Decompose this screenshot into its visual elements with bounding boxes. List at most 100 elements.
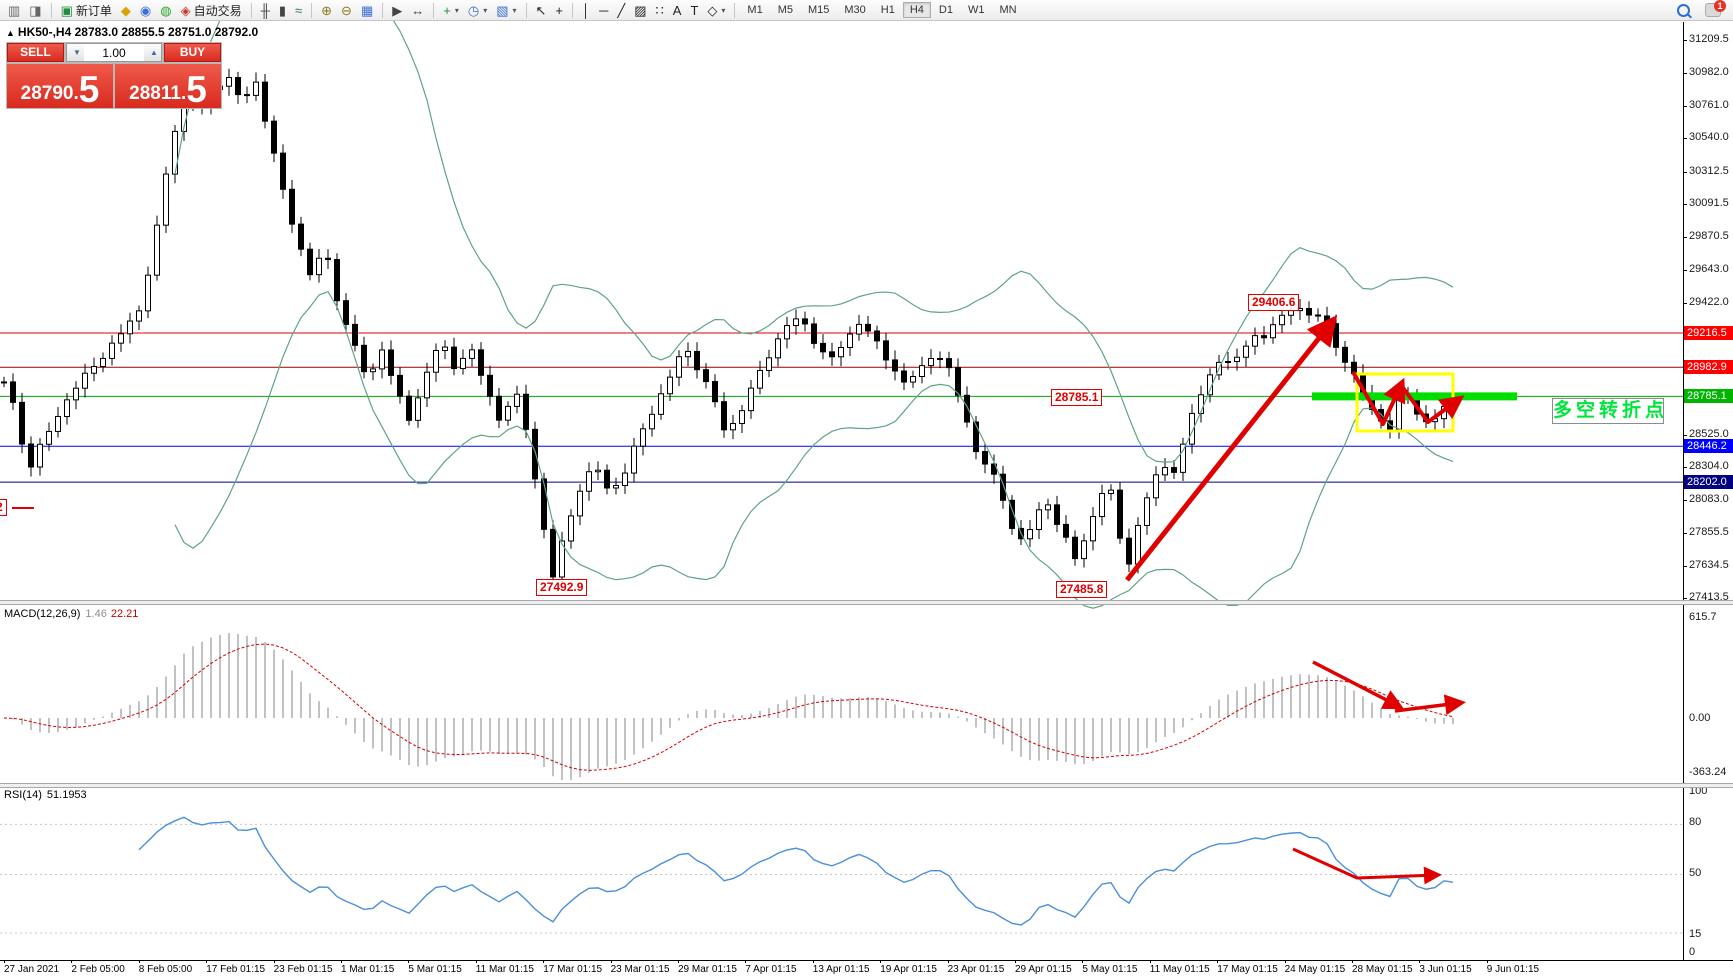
sell-button[interactable]: SELL: [7, 43, 64, 62]
toolbar-separator: [526, 3, 527, 18]
chart-profiles-icon[interactable]: ◨: [25, 2, 45, 19]
timeframe-m5-button[interactable]: M5: [771, 2, 800, 18]
chart-ohlc-title[interactable]: ▲HK50-,H4 28783.0 28855.5 28751.0 28792.…: [6, 25, 258, 39]
price-axis-tick: 28525.0: [1689, 428, 1729, 440]
timeframe-m30-button[interactable]: M30: [837, 2, 872, 18]
price-label-27485.8[interactable]: 27485.8: [1056, 581, 1107, 598]
zoom-out-icon[interactable]: ⊖: [337, 2, 356, 19]
macd-axis-label: 0.00: [1689, 712, 1710, 724]
indicators-dropdown-icon[interactable]: ▾: [455, 6, 459, 15]
timeframe-h4-button[interactable]: H4: [903, 2, 931, 18]
price-axis-tick: 28083.0: [1689, 493, 1729, 505]
time-axis-label: 17 Feb 01:15: [206, 964, 265, 975]
trendline-icon[interactable]: ╱: [613, 2, 629, 19]
fibonacci-icon[interactable]: ∷: [651, 2, 667, 19]
horizontal-line-icon: ─: [599, 4, 608, 17]
price-axis-tick: 28304.0: [1689, 460, 1729, 472]
market-icon[interactable]: ◉: [136, 2, 155, 19]
bar-chart-icon[interactable]: ╫: [257, 2, 274, 19]
time-axis-label: 7 Apr 01:15: [745, 964, 796, 975]
zoom-in-icon: ⊕: [321, 4, 332, 17]
timeframe-d1-button[interactable]: D1: [932, 2, 960, 18]
macd-splitter[interactable]: [0, 600, 1733, 605]
candlestick-chart-icon[interactable]: ▮: [275, 2, 290, 19]
rsi-splitter[interactable]: [0, 783, 1733, 788]
one-click-trading-panel: ▲HK50-,H4 28783.0 28855.5 28751.0 28792.…: [6, 25, 258, 109]
price-label-2[interactable]: 2: [0, 499, 7, 516]
arrows-dropdown-icon[interactable]: ▾: [721, 6, 725, 15]
timeframe-m1-button[interactable]: M1: [740, 2, 769, 18]
candlestick-chart-icon: ▮: [279, 4, 286, 17]
zoom-in-icon[interactable]: ⊕: [317, 2, 336, 19]
time-axis-label: 17 May 01:15: [1217, 964, 1278, 975]
time-axis-label: 29 Mar 01:15: [678, 964, 737, 975]
periods-dropdown-icon[interactable]: ▾: [483, 6, 487, 15]
line-chart-icon[interactable]: ≈: [291, 2, 306, 19]
expert-advisors-icon[interactable]: ◆: [117, 2, 135, 19]
market-icon: ◉: [140, 4, 151, 17]
timeframe-m15-button[interactable]: M15: [801, 2, 836, 18]
new-order-label: 新订单: [76, 2, 112, 19]
price-badge-28202.0: 28202.0: [1684, 475, 1733, 489]
sell-price-display[interactable]: 28790.5: [7, 64, 113, 108]
chart-canvas[interactable]: [0, 0, 1733, 979]
chart-shift-icon[interactable]: ↔: [407, 2, 428, 19]
notifications-icon[interactable]: 1: [1705, 3, 1721, 17]
templates-dropdown-icon[interactable]: ▾: [513, 6, 517, 15]
periods-icon[interactable]: ◷▾: [464, 2, 491, 19]
macd-axis-label: -363.24: [1689, 766, 1726, 778]
time-axis-label: 9 Jun 01:15: [1487, 964, 1539, 975]
collapse-panel-icon[interactable]: ▲: [6, 28, 15, 38]
price-axis-tick: 27634.5: [1689, 559, 1729, 571]
channels-icon[interactable]: ▨: [630, 2, 650, 19]
timeframe-w1-button[interactable]: W1: [961, 2, 992, 18]
volume-decrease-button[interactable]: ▼: [67, 44, 84, 61]
arrows-icon[interactable]: ◇▾: [703, 2, 729, 19]
signals-icon[interactable]: ◍: [156, 2, 175, 19]
rsi-layer: [0, 817, 1683, 933]
crosshair-icon[interactable]: +: [551, 2, 567, 19]
sell-price-main: 28790.: [21, 83, 79, 105]
time-axis-label: 17 Mar 01:15: [543, 964, 602, 975]
symbol-period-label: HK50-,H4: [18, 25, 71, 39]
new-order-button[interactable]: ▣新订单: [57, 0, 116, 21]
toolbar-separator: [382, 3, 383, 18]
time-axis[interactable]: 27 Jan 20212 Feb 05:008 Feb 05:0017 Feb …: [0, 960, 1733, 979]
macd-indicator-label: MACD(12,26,9)1.4622.21: [4, 608, 138, 620]
time-axis-label: 27 Jan 2021: [4, 964, 59, 975]
rsi-axis-label: 50: [1689, 867, 1701, 879]
vertical-line-icon[interactable]: │: [578, 2, 594, 19]
toolbar-separator: [311, 3, 312, 18]
bull-bear-pivot-annotation[interactable]: 多空转折点: [1552, 398, 1664, 424]
time-axis-label: 5 Mar 01:15: [408, 964, 461, 975]
text-label-icon[interactable]: T: [686, 2, 702, 19]
tile-windows-icon: ▦: [361, 4, 373, 17]
horizontal-line-icon[interactable]: ─: [595, 2, 612, 19]
search-icon[interactable]: [1677, 4, 1690, 17]
chart-shift-icon: ↔: [411, 4, 424, 17]
buy-price-display[interactable]: 28811.5: [115, 64, 221, 108]
new-chart-icon[interactable]: ▥: [4, 2, 24, 19]
volume-input[interactable]: [84, 44, 144, 61]
cursor-icon[interactable]: ↖: [532, 2, 551, 19]
auto-scroll-icon[interactable]: ▶: [388, 2, 406, 19]
price-label-leader: [12, 507, 34, 509]
time-axis-label: 13 Apr 01:15: [813, 964, 870, 975]
volume-increase-button[interactable]: ▲: [144, 44, 161, 61]
price-label-28785.1[interactable]: 28785.1: [1051, 389, 1102, 406]
timeframe-h1-button[interactable]: H1: [874, 2, 902, 18]
tile-windows-icon[interactable]: ▦: [357, 2, 377, 19]
time-axis-label: 23 Apr 01:15: [948, 964, 1005, 975]
time-axis-label: 5 May 01:15: [1082, 964, 1137, 975]
text-icon[interactable]: A: [669, 2, 686, 19]
price-label-29406.6[interactable]: 29406.6: [1248, 294, 1299, 311]
zoom-out-icon: ⊖: [341, 4, 352, 17]
indicators-icon[interactable]: +▾: [439, 2, 463, 19]
timeframe-mn-button[interactable]: MN: [992, 2, 1023, 18]
toolbar-separator: [572, 3, 573, 18]
price-label-27492.9[interactable]: 27492.9: [536, 579, 587, 596]
templates-icon[interactable]: ▧▾: [492, 2, 520, 19]
buy-button[interactable]: BUY: [164, 43, 221, 62]
time-axis-label: 23 Mar 01:15: [611, 964, 670, 975]
auto-trading-button[interactable]: ◈自动交易: [177, 0, 246, 21]
